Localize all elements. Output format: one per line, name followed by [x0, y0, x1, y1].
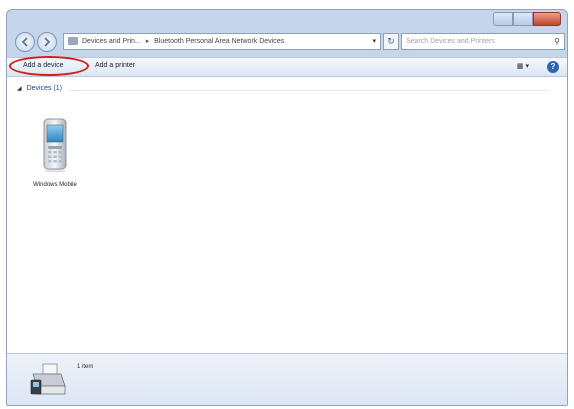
close-button[interactable] — [533, 12, 561, 26]
group-divider — [69, 90, 549, 91]
explorer-window: Devices and Prin... ▸ Bluetooth Personal… — [6, 9, 568, 406]
device-list: ◢ Devices (1) Windows Mobile — [7, 77, 567, 353]
group-header[interactable]: ◢ Devices (1) — [17, 85, 62, 92]
add-printer-button[interactable]: Add a printer — [95, 62, 135, 69]
item-count: 1 item — [77, 364, 94, 370]
collapse-arrow-icon[interactable]: ◢ — [17, 86, 22, 92]
group-label: Devices (1) — [26, 85, 62, 92]
back-button[interactable] — [15, 32, 35, 52]
breadcrumb-item[interactable]: Bluetooth Personal Area Network Devices — [154, 38, 284, 45]
search-icon: ⚲ — [554, 37, 560, 46]
search-input[interactable]: Search Devices and Printers ⚲ — [401, 33, 565, 50]
printer-device-icon — [30, 363, 66, 395]
help-icon[interactable]: ? — [547, 61, 559, 73]
command-bar: Add a device Add a printer ▦ ▾ ? — [7, 56, 567, 77]
chevron-down-icon[interactable]: ▾ — [372, 34, 376, 49]
forward-arrow-icon — [44, 37, 51, 47]
address-bar[interactable]: Devices and Prin... ▸ Bluetooth Personal… — [63, 33, 381, 50]
maximize-button[interactable] — [513, 12, 533, 26]
folder-icon — [68, 37, 78, 45]
back-arrow-icon — [21, 37, 28, 47]
forward-button[interactable] — [37, 32, 57, 52]
caption-buttons — [493, 12, 561, 26]
breadcrumb-separator-icon: ▸ — [145, 38, 150, 45]
navigation-bar: Devices and Prin... ▸ Bluetooth Personal… — [7, 28, 567, 54]
view-options-icon[interactable]: ▦ ▾ — [517, 62, 529, 70]
add-device-button[interactable]: Add a device — [23, 62, 63, 69]
details-pane: 1 item — [7, 353, 567, 405]
device-item[interactable]: Windows Mobile — [25, 117, 85, 188]
search-placeholder: Search Devices and Printers — [406, 38, 495, 45]
minimize-button[interactable] — [493, 12, 513, 26]
refresh-button[interactable]: ↻ — [383, 33, 399, 50]
mobile-phone-icon — [43, 118, 67, 173]
device-label: Windows Mobile — [33, 182, 77, 188]
breadcrumb-item[interactable]: Devices and Prin... — [82, 38, 141, 45]
